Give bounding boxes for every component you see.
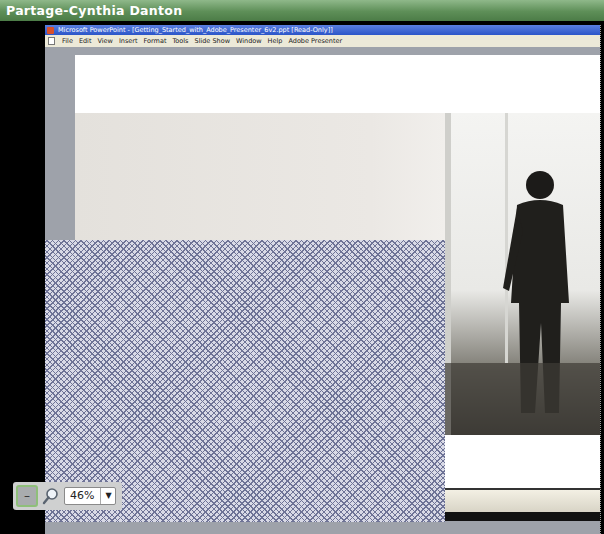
menu-item[interactable]: Help (265, 35, 286, 47)
menu-item[interactable]: Window (233, 35, 265, 47)
menu-item[interactable]: Slide Show (192, 35, 233, 47)
zoom-control: – 46% ▼ (13, 482, 122, 510)
unshared-area (45, 240, 445, 522)
menu-item[interactable]: Adobe Presenter (285, 35, 345, 47)
zoom-value: 46% (70, 488, 94, 504)
slide-photo (445, 113, 600, 435)
dropdown-arrow: ▼ (100, 488, 111, 504)
menu-item[interactable]: Insert (116, 35, 141, 47)
slide-grey-panel (75, 113, 445, 240)
powerpoint-icon (47, 27, 54, 34)
zoom-out-button[interactable]: – (16, 485, 38, 507)
menu-item[interactable]: View (94, 35, 115, 47)
menu-item[interactable]: File (59, 35, 76, 47)
left-strip (0, 21, 45, 534)
share-stage: Microsoft PowerPoint - [Getting_Started_… (0, 21, 604, 534)
app-title: Microsoft PowerPoint - [Getting_Started_… (58, 25, 333, 35)
zoom-select[interactable]: 46% ▼ (64, 487, 116, 505)
magnifier-icon (42, 487, 60, 505)
share-title-bar: Partage-Cynthia Danton (0, 0, 604, 21)
menu-item[interactable]: Format (141, 35, 170, 47)
menu-item[interactable]: Tools (169, 35, 191, 47)
menu-item[interactable]: Edit (76, 35, 95, 47)
app-titlebar: Microsoft PowerPoint - [Getting_Started_… (45, 25, 600, 35)
document-icon (48, 37, 55, 45)
menu-bar: FileEditViewInsertFormatToolsSlide ShowW… (45, 35, 600, 47)
share-title: Partage-Cynthia Danton (6, 3, 182, 18)
